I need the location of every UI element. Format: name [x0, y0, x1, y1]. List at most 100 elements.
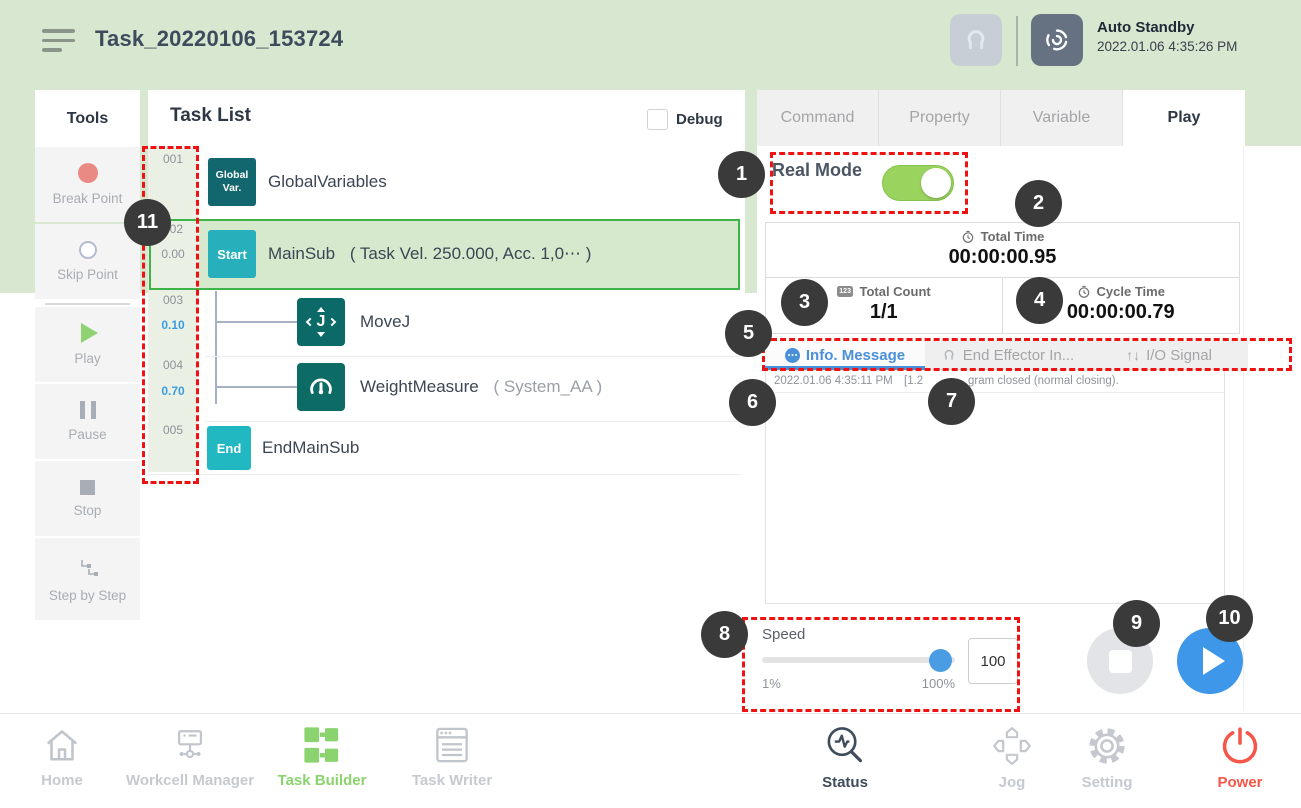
nav-task-builder[interactable]: Task Builder — [252, 724, 392, 789]
global-var-badge: Global Var. — [208, 158, 256, 206]
task-row-label: WeightMeasure — [360, 377, 479, 396]
nav-setting[interactable]: Setting — [1037, 724, 1177, 791]
tab-command[interactable]: Command — [757, 90, 879, 146]
task-row-mainsub[interactable]: MainSub ( Task Vel. 250.000, Acc. 1,0⋯ ) — [268, 230, 591, 278]
swirl-icon — [1042, 25, 1072, 55]
gripper-icon — [941, 347, 957, 363]
hamburger-menu-icon[interactable] — [42, 29, 75, 52]
badge-text: Global — [216, 169, 249, 182]
nav-power[interactable]: Power — [1170, 724, 1301, 791]
play-tool-button[interactable]: Play — [35, 307, 140, 382]
nav-workcell-manager[interactable]: Workcell Manager — [120, 724, 260, 789]
robot-status: Auto Standby 2022.01.06 4:35:26 PM — [1097, 19, 1237, 54]
setting-gear-icon — [1085, 724, 1129, 768]
end-effector-button[interactable] — [950, 14, 1002, 66]
break-point-icon — [78, 163, 98, 183]
play-icon — [81, 323, 98, 343]
workcell-manager-icon — [169, 724, 211, 766]
cycle-time-cell: Cycle Time 00:00:00.79 — [1003, 278, 1240, 333]
real-mode-toggle[interactable] — [882, 165, 954, 201]
tab-label: Command — [781, 109, 855, 127]
skip-point-button[interactable]: Skip Point — [35, 224, 140, 299]
task-writer-icon — [432, 724, 472, 766]
stop-icon — [1109, 650, 1132, 673]
task-row-movej[interactable] — [198, 291, 745, 355]
page-title: Task_20220106_153724 — [95, 26, 343, 52]
info-message-log[interactable]: 2022.01.06 4:35:11 PM [1.2 gram closed (… — [765, 369, 1225, 604]
break-point-button[interactable]: Break Point — [35, 147, 140, 222]
total-time-label: Total Time — [981, 229, 1045, 244]
count-badge-icon: 123 — [837, 286, 854, 297]
msg-tab-label: End Effector In... — [963, 347, 1074, 364]
movej-icon-letter: J — [317, 314, 326, 330]
task-row-label: MoveJ — [360, 298, 410, 346]
clock-icon — [1077, 285, 1091, 299]
play-button[interactable] — [1177, 628, 1243, 694]
badge-text: Var. — [223, 182, 242, 195]
step-by-step-icon — [76, 556, 100, 580]
task-list-title: Task List — [170, 105, 251, 127]
row-time: 0.70 — [148, 384, 198, 398]
tab-info-message[interactable]: Info. Message — [765, 341, 925, 369]
log-message-left: [1.2 — [904, 375, 923, 387]
cycle-time-value: 00:00:00.79 — [1003, 301, 1240, 324]
play-icon — [1203, 647, 1225, 675]
tool-label: Stop — [74, 503, 102, 518]
nav-status[interactable]: Status — [775, 724, 915, 791]
active-tab-underline — [763, 366, 925, 370]
stop-icon — [80, 480, 95, 495]
speed-max-label: 100% — [907, 676, 955, 691]
tab-variable[interactable]: Variable — [1001, 90, 1123, 146]
home-icon — [41, 724, 83, 766]
speed-slider-thumb[interactable] — [929, 649, 952, 672]
header-divider — [1016, 16, 1018, 66]
start-badge: Start — [208, 230, 256, 278]
speed-label: Speed — [762, 626, 805, 643]
status-title: Auto Standby — [1097, 19, 1237, 36]
total-count-cell: 123 Total Count 1/1 — [766, 278, 1003, 333]
status-icon — [823, 724, 867, 768]
tool-label: Pause — [68, 427, 106, 442]
end-badge: End — [207, 426, 251, 470]
app-screen: Task_20220106_153724 Auto Standby 2022.0… — [0, 0, 1301, 808]
row-number: 002 — [148, 222, 198, 236]
tab-label: Variable — [1033, 109, 1091, 127]
task-row-detail: ( System_AA ) — [493, 377, 602, 396]
tab-label: Play — [1168, 109, 1201, 127]
stop-button[interactable] — [1087, 628, 1153, 694]
step-by-step-button[interactable]: Step by Step — [35, 538, 140, 620]
real-mode-label: Real Mode — [772, 152, 862, 189]
stats-bottom-row: 123 Total Count 1/1 Cycle Time 00:00:00.… — [766, 278, 1239, 333]
row-number: 004 — [148, 358, 198, 372]
row-time: 0.10 — [148, 318, 198, 332]
tab-io-signal[interactable]: ↑↓ I/O Signal — [1090, 341, 1248, 369]
task-list-panel: Task List Debug 001 002 0.00 003 0.10 00… — [148, 90, 745, 710]
row-number: 003 — [148, 293, 198, 307]
nav-label: Setting — [1082, 774, 1133, 791]
total-count-value: 1/1 — [766, 301, 1002, 324]
pause-tool-button[interactable]: Pause — [35, 384, 140, 459]
debug-checkbox[interactable] — [647, 109, 668, 130]
speed-slider[interactable] — [762, 657, 955, 663]
robot-state-button[interactable] — [1031, 14, 1083, 66]
speed-value-input[interactable] — [968, 638, 1018, 684]
log-message-right: gram closed (normal closing). — [968, 375, 1119, 387]
tab-play[interactable]: Play — [1123, 90, 1245, 146]
nav-task-writer[interactable]: Task Writer — [382, 724, 522, 789]
msg-tab-label: Info. Message — [806, 347, 905, 364]
nav-label: Power — [1217, 774, 1262, 791]
message-tab-bar: Info. Message End Effector In... ↑↓ I/O … — [765, 341, 1248, 369]
tab-property[interactable]: Property — [879, 90, 1001, 146]
log-row: 2022.01.06 4:35:11 PM [1.2 gram closed (… — [766, 370, 1224, 393]
tab-end-effector-info[interactable]: End Effector In... — [925, 341, 1090, 369]
tool-label: Break Point — [53, 191, 123, 206]
info-message-icon — [785, 348, 800, 363]
stop-tool-button[interactable]: Stop — [35, 461, 140, 536]
tool-label: Skip Point — [57, 267, 118, 282]
speed-min-label: 1% — [762, 676, 781, 691]
tool-label: Play — [74, 351, 100, 366]
nav-home[interactable]: Home — [0, 724, 132, 789]
panel-edge-line — [1243, 146, 1244, 710]
row-separator — [205, 421, 740, 422]
row-number: 001 — [148, 152, 198, 166]
